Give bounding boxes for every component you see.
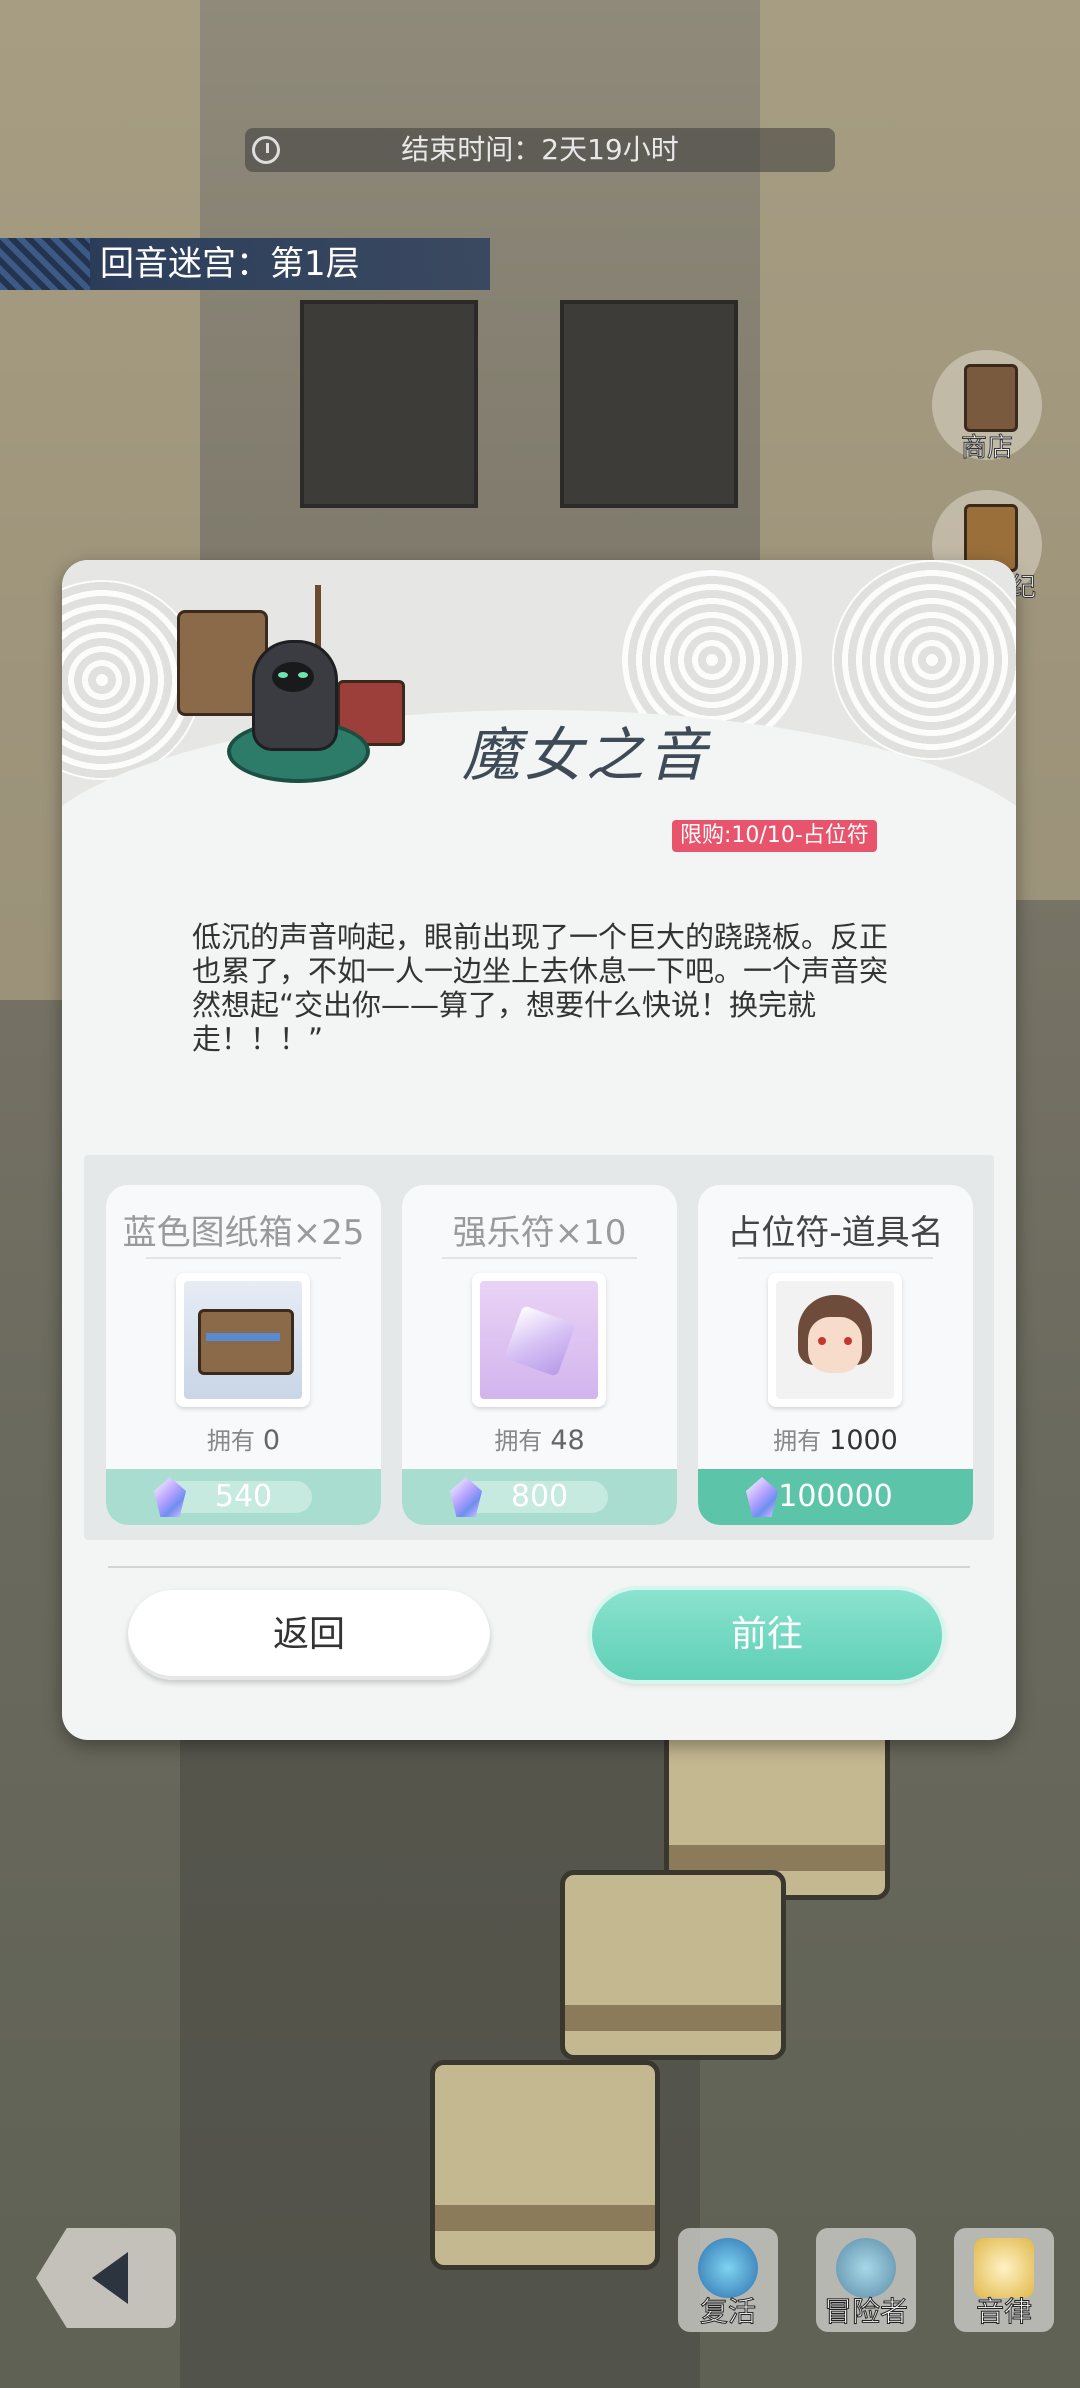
shop-label: 商店	[960, 433, 1013, 464]
npc-face	[272, 662, 314, 692]
price-bar[interactable]: 100000	[698, 1469, 973, 1525]
floor-label: 回音迷宫：第1层	[100, 244, 360, 284]
music-crystal-icon	[472, 1273, 606, 1407]
arrow-left-icon	[92, 2252, 128, 2304]
adventurer-icon	[836, 2238, 896, 2298]
npc-hooded-figure	[252, 640, 338, 751]
go-button[interactable]: 前往	[592, 1590, 942, 1680]
blueprint-chest-icon	[176, 1273, 310, 1407]
exchange-item-card[interactable]: 强乐符×10 拥有 48 800	[402, 1185, 677, 1525]
card-divider	[738, 1257, 933, 1259]
exchange-item-card[interactable]: 蓝色图纸箱×25 拥有 0 540	[106, 1185, 381, 1525]
owned-count: 拥有 1000	[773, 1425, 898, 1456]
character-portrait-icon	[768, 1273, 902, 1407]
item-name: 强乐符×10	[452, 1213, 627, 1253]
event-timer: 结束时间：2天19小时	[245, 128, 835, 172]
tower-right	[560, 300, 738, 508]
revive-icon	[698, 2238, 758, 2298]
card-divider	[146, 1257, 341, 1259]
price-bar[interactable]: 800	[402, 1469, 677, 1525]
item-price: 540	[214, 1479, 273, 1514]
dialog-divider	[108, 1566, 970, 1568]
clock-icon	[252, 136, 280, 164]
owned-count: 拥有 48	[494, 1425, 585, 1456]
event-dialog: 魔女之音 低沉的声音响起，眼前出现了一个巨大的跷跷板。反正也累了，不如一人一边坐…	[62, 560, 1016, 1740]
shop-icon	[964, 364, 1018, 432]
item-price: 800	[510, 1479, 569, 1514]
floor-banner: 回音迷宫：第1层	[0, 238, 490, 290]
back-button[interactable]: 返回	[128, 1590, 490, 1680]
price-bar[interactable]: 540	[106, 1469, 381, 1525]
revive-button[interactable]: 复活	[678, 2228, 778, 2332]
melody-scroll-icon	[974, 2238, 1034, 2298]
item-name: 占位符-道具名	[727, 1213, 944, 1253]
tower-left	[300, 300, 478, 508]
revive-label: 复活	[699, 2295, 756, 2329]
event-title: 魔女之音	[462, 721, 711, 789]
item-name: 蓝色图纸箱×25	[122, 1213, 365, 1253]
exchange-items: 蓝色图纸箱×25 拥有 0 540 强乐符×10 拥有 48 800 占位符-道…	[84, 1155, 994, 1540]
event-story: 低沉的声音响起，眼前出现了一个巨大的跷跷板。反正也累了，不如一人一边坐上去休息一…	[192, 920, 889, 1056]
adventurer-label: 冒险者	[823, 2295, 908, 2329]
item-price: 100000	[778, 1479, 893, 1514]
maze-pattern	[832, 560, 1016, 760]
back-arrow-button[interactable]	[36, 2228, 176, 2328]
purchase-limit-badge: 限购:10/10-占位符	[672, 820, 877, 852]
stone-step-3	[430, 2060, 660, 2270]
exchange-item-card[interactable]: 占位符-道具名 拥有 1000 100000	[698, 1185, 973, 1525]
dialog-header: 魔女之音	[62, 560, 1016, 970]
melody-label: 音律	[975, 2295, 1032, 2329]
shop-button[interactable]: 商店	[932, 350, 1042, 464]
card-divider	[442, 1257, 637, 1259]
melody-button[interactable]: 音律	[954, 2228, 1054, 2332]
owned-count: 拥有 0	[206, 1425, 281, 1456]
adventurer-button[interactable]: 冒险者	[816, 2228, 916, 2332]
stone-step-2	[560, 1870, 786, 2060]
witch-npc-portrait	[177, 580, 405, 783]
